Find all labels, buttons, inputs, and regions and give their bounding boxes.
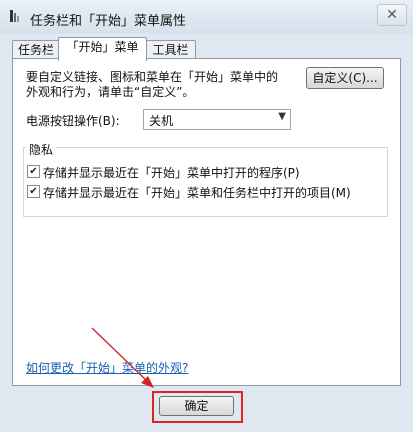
- power-button-action-label: 电源按钮操作(B):: [26, 114, 120, 128]
- customize-appearance-help-link[interactable]: 如何更改「开始」菜单的外观?: [26, 359, 188, 376]
- customize-button[interactable]: 自定义(C)...: [306, 67, 384, 89]
- tab-taskbar[interactable]: 任务栏: [12, 40, 60, 60]
- power-select-value: 关机: [149, 114, 174, 128]
- ok-button[interactable]: 确定: [159, 396, 234, 416]
- tab-label: 工具栏: [152, 43, 189, 57]
- recent-items-checkbox[interactable]: ✔: [27, 185, 40, 198]
- start-menu-panel: 要自定义链接、图标和菜单在「开始」菜单中的 外观和行为，请单击“自定义”。 自定…: [12, 58, 401, 386]
- title-bar: 任务栏和「开始」菜单属性 ✕: [0, 0, 413, 34]
- tab-label: 任务栏: [17, 43, 54, 57]
- privacy-group: 隐私 ✔ 存储并显示最近在「开始」菜单中打开的程序(P) ✔ 存储并显示最近在「…: [23, 141, 388, 217]
- window-title: 任务栏和「开始」菜单属性: [30, 14, 187, 29]
- customize-description-line: 要自定义链接、图标和菜单在「开始」菜单中的: [26, 70, 279, 84]
- customize-description-line: 外观和行为，请单击“自定义”。: [26, 85, 195, 99]
- chevron-down-icon: ▼: [278, 111, 286, 122]
- taskbar-properties-icon: [10, 10, 19, 22]
- recent-programs-checkbox[interactable]: ✔: [27, 165, 40, 178]
- tab-label: 「开始」菜单: [66, 40, 139, 54]
- tab-toolbars[interactable]: 工具栏: [145, 40, 196, 60]
- tab-start-menu[interactable]: 「开始」菜单: [58, 37, 147, 61]
- close-icon: ✕: [386, 7, 398, 23]
- customize-description: 要自定义链接、图标和菜单在「开始」菜单中的 外观和行为，请单击“自定义”。: [26, 70, 296, 100]
- power-button-action-select[interactable]: 关机 ▼: [143, 109, 291, 130]
- recent-programs-label: 存储并显示最近在「开始」菜单中打开的程序(P): [43, 166, 300, 180]
- privacy-legend: 隐私: [26, 141, 57, 158]
- close-button[interactable]: ✕: [377, 4, 407, 26]
- recent-items-label: 存储并显示最近在「开始」菜单和任务栏中打开的项目(M): [43, 186, 351, 200]
